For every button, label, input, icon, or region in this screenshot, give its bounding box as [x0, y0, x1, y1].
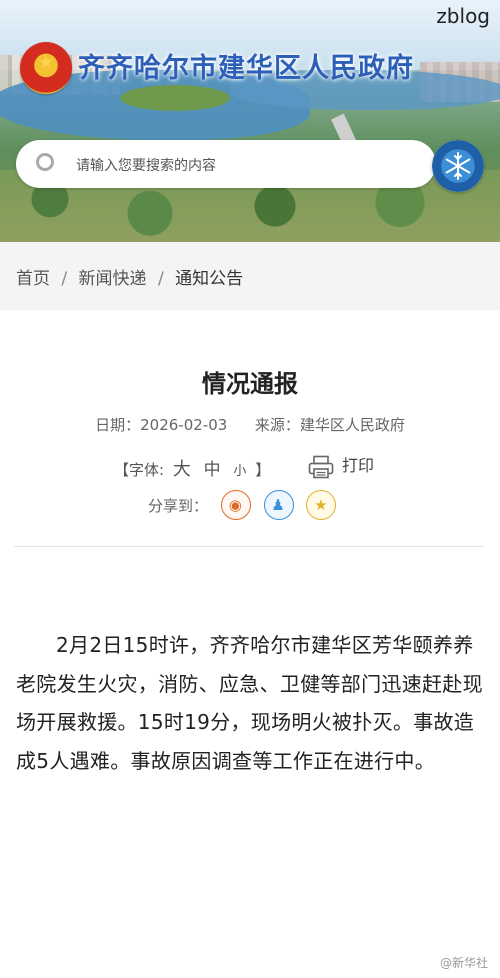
- national-emblem-icon: ★: [20, 42, 72, 94]
- share-qzone-button[interactable]: ★: [306, 490, 337, 520]
- snowflake-icon: [445, 152, 471, 180]
- font-label-open: 【字体:: [114, 461, 165, 479]
- printer-icon: [308, 455, 334, 478]
- font-medium-button[interactable]: 中: [204, 460, 221, 480]
- search-button[interactable]: [432, 140, 484, 192]
- font-small-button[interactable]: 小: [233, 464, 246, 479]
- search-input[interactable]: 请输入您要搜索的内容: [16, 140, 436, 188]
- watermark-text: zblog: [436, 4, 490, 28]
- header-banner: ★ 齐齐哈尔市建华区人民政府 请输入您要搜索的内容: [0, 0, 500, 242]
- banner-island: [120, 85, 230, 111]
- source-label: 来源：: [254, 416, 300, 434]
- divider: [14, 546, 484, 547]
- qzone-icon: ★: [314, 496, 328, 514]
- breadcrumb-home[interactable]: 首页: [16, 264, 50, 289]
- font-label-close: 】: [255, 461, 271, 479]
- share-weibo-button[interactable]: ◉: [220, 490, 251, 520]
- weibo-icon: ◉: [228, 496, 242, 514]
- print-label: 打印: [342, 456, 375, 475]
- site-title[interactable]: 齐齐哈尔市建华区人民政府: [78, 46, 414, 85]
- breadcrumb-separator: /: [157, 269, 164, 289]
- date-label: 日期：: [95, 416, 141, 434]
- qq-icon: ♟: [271, 496, 285, 514]
- breadcrumb-news[interactable]: 新闻快递: [79, 264, 147, 289]
- article-body: 2月2日15时许，齐齐哈尔市建华区芳华颐养养老院发生火灾，消防、应急、卫健等部门…: [16, 633, 483, 773]
- share-label: 分享到：: [148, 496, 209, 515]
- article-source: 建华区人民政府: [299, 416, 405, 434]
- article-date: 2026-02-03: [140, 416, 228, 434]
- breadcrumb-separator: /: [61, 269, 68, 289]
- print-button[interactable]: 打印: [308, 452, 374, 479]
- font-large-button[interactable]: 大: [173, 459, 191, 480]
- breadcrumb: 首页 / 新闻快递 / 通知公告: [0, 242, 500, 310]
- article-meta: 日期：2026-02-03 来源：建华区人民政府: [0, 414, 500, 435]
- article-title: 情况通报: [202, 370, 298, 398]
- breadcrumb-notices[interactable]: 通知公告: [175, 264, 243, 289]
- search-placeholder: 请输入您要搜索的内容: [76, 158, 216, 174]
- share-qq-button[interactable]: ♟: [263, 490, 294, 520]
- share-bar: 分享到： ◉ ♟ ★: [148, 490, 344, 520]
- font-size-controls: 【字体: 大 中 小 】: [114, 455, 270, 481]
- source-watermark: @新华社: [439, 956, 488, 970]
- search-icon: [36, 153, 54, 171]
